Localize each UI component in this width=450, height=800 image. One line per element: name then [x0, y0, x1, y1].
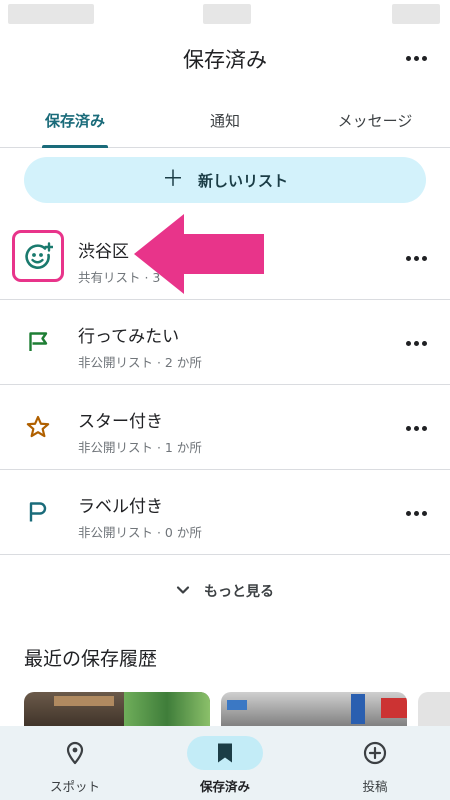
nav-spots[interactable]: スポット	[0, 726, 150, 800]
tab-messages[interactable]: メッセージ	[300, 100, 450, 147]
more-horizontal-icon[interactable]	[404, 418, 428, 438]
list-title: 行ってみたい	[78, 327, 180, 347]
tab-active-indicator	[42, 145, 108, 148]
label-flag-icon	[18, 492, 58, 532]
new-list-label: 新しいリスト	[198, 171, 289, 190]
list-subtitle: 非公開リスト · 1 か所	[78, 440, 202, 455]
list-title: ラベル付き	[78, 497, 163, 517]
list-subtitle: 非公開リスト · 2 か所	[78, 355, 202, 370]
tab-notifications[interactable]: 通知	[150, 100, 300, 147]
show-more-label: もっと見る	[204, 584, 274, 600]
location-pin-icon	[37, 736, 113, 770]
tab-notifications-label: 通知	[209, 112, 240, 130]
plus-icon: ＋	[161, 167, 184, 192]
list-title: 渋谷区	[78, 242, 129, 262]
more-horizontal-icon[interactable]	[404, 503, 428, 523]
list-item-want-to-go[interactable]: 行ってみたい 非公開リスト · 2 か所	[0, 300, 450, 385]
nav-post-label: 投稿	[362, 779, 388, 794]
nav-spots-label: スポット	[49, 779, 100, 794]
flag-icon	[18, 322, 58, 362]
list-title: スター付き	[78, 412, 163, 432]
chevron-down-icon	[176, 584, 190, 599]
app-header: 保存済み	[0, 34, 450, 80]
list-item-labeled[interactable]: ラベル付き 非公開リスト · 0 か所	[0, 470, 450, 555]
status-time-blurred	[8, 4, 94, 24]
star-icon	[18, 407, 58, 447]
tab-messages-label: メッセージ	[337, 112, 413, 130]
new-list-button[interactable]: ＋ 新しいリスト	[24, 157, 426, 203]
bottom-navigation: スポット 保存済み 投稿	[0, 726, 450, 800]
more-horizontal-icon[interactable]	[404, 248, 428, 268]
tab-saved[interactable]: 保存済み	[0, 100, 150, 148]
nav-saved[interactable]: 保存済み	[150, 726, 300, 800]
tab-saved-label: 保存済み	[44, 112, 105, 130]
status-bar	[0, 0, 450, 30]
status-notch-blurred	[203, 4, 251, 24]
list-subtitle: 非公開リスト · 0 か所	[78, 525, 202, 540]
more-horizontal-icon[interactable]	[404, 48, 428, 68]
tab-bar: 保存済み 通知 メッセージ	[0, 100, 450, 148]
nav-saved-label: 保存済み	[199, 779, 250, 794]
recent-saves-heading: 最近の保存履歴	[24, 648, 158, 670]
list-item-starred[interactable]: スター付き 非公開リスト · 1 か所	[0, 385, 450, 470]
face-add-icon	[18, 237, 58, 277]
pointing-arrow-icon	[134, 214, 264, 294]
add-circle-icon	[337, 736, 413, 770]
page-title: 保存済み	[183, 48, 267, 72]
status-battery-blurred	[392, 4, 440, 24]
more-horizontal-icon[interactable]	[404, 333, 428, 353]
nav-post[interactable]: 投稿	[300, 726, 450, 800]
show-more-button[interactable]: もっと見る	[0, 577, 450, 605]
bookmark-icon	[187, 736, 263, 770]
